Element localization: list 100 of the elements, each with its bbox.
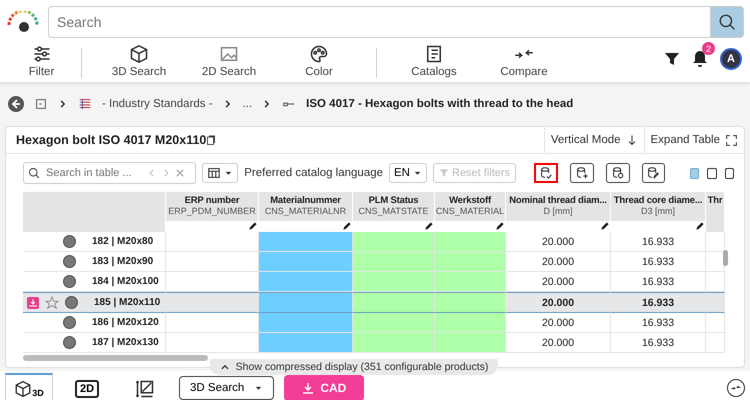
book-icon — [424, 44, 444, 64]
table-cell: 16.933 — [611, 313, 706, 333]
column-header[interactable]: PLM Status CNS_MATSTATE — [353, 192, 435, 232]
table-cell: 20.000 — [506, 292, 611, 313]
database-check-icon — [539, 166, 554, 180]
table-row[interactable]: 186 | M20x120 20.000 16.933 — [23, 313, 725, 333]
table-cell: 20.000 — [506, 252, 611, 272]
status-dot — [63, 316, 76, 329]
cad-download-button[interactable]: CAD — [284, 375, 364, 400]
sliders-icon — [32, 44, 52, 64]
column-header[interactable]: Thr — [706, 192, 725, 232]
search-icon — [28, 167, 40, 179]
table-cell: 16.933 — [611, 333, 706, 353]
toolbar-button[interactable]: 2D Search — [184, 44, 274, 78]
table-grid-icon — [78, 97, 92, 111]
table-row[interactable]: 182 | M20x80 20.000 16.933 — [23, 232, 725, 252]
down-arrow-icon — [626, 134, 638, 146]
cube-icon — [14, 380, 32, 398]
close-icon — [175, 167, 185, 179]
toolbar-button[interactable]: Color — [274, 44, 364, 78]
gauge-logo-icon[interactable] — [6, 11, 40, 33]
table-row[interactable]: 183 | M20x90 20.000 16.933 — [23, 252, 725, 272]
view-mode-button[interactable] — [724, 168, 734, 178]
download-icon — [302, 382, 314, 394]
view-mode-button[interactable] — [707, 168, 717, 178]
funnel-icon — [439, 168, 449, 178]
chevron-icon — [222, 98, 233, 110]
table-cell: 183 | M20x90 — [92, 256, 154, 267]
bell-icon[interactable] — [692, 50, 708, 68]
columns-dropdown[interactable] — [202, 163, 238, 183]
compare-button[interactable] — [727, 379, 745, 397]
table-cell: 16.933 — [611, 252, 706, 272]
table-row[interactable]: 185 | M20x110 20.000 16.933 — [23, 292, 725, 313]
column-header[interactable]: ERP number ERP_PDM_NUMBER — [166, 192, 259, 232]
filter-icon[interactable] — [664, 51, 680, 67]
search-mode-dropdown[interactable]: 3D Search — [179, 376, 274, 400]
search-icon — [718, 13, 736, 31]
database-button[interactable] — [570, 163, 594, 183]
database-button[interactable] — [642, 163, 666, 183]
table-cell: 20.000 — [506, 313, 611, 333]
expand-icon — [725, 134, 738, 146]
breadcrumb-link[interactable]: ... — [242, 98, 252, 110]
database-add-icon — [574, 166, 589, 180]
back-icon[interactable] — [8, 96, 24, 112]
toolbar-button[interactable]: Compare — [479, 44, 569, 78]
search-field[interactable]: Search — [48, 6, 710, 38]
database-button[interactable] — [534, 163, 558, 183]
pencil-icon — [248, 221, 258, 231]
search-button[interactable] — [710, 6, 744, 38]
pencil-icon — [600, 221, 610, 231]
column-header[interactable]: Nominal thread diam... D [mm] — [506, 192, 611, 232]
cube-3d-icon: 3D — [14, 380, 44, 398]
chevron-icon — [58, 98, 68, 110]
table-cell: 182 | M20x80 — [92, 236, 154, 247]
table-cell: 186 | M20x120 — [92, 317, 159, 328]
table-cell: 16.933 — [611, 232, 706, 252]
table-cell: 16.933 — [611, 292, 706, 313]
table-cell: 20.000 — [506, 333, 611, 353]
status-dot — [63, 336, 76, 349]
table-cell: 184 | M20x100 — [92, 276, 159, 287]
palette-icon — [309, 44, 329, 64]
status-dot — [63, 255, 76, 268]
table-row[interactable]: 187 | M20x130 20.000 16.933 — [23, 333, 725, 353]
star-icon — [45, 296, 59, 310]
column-header[interactable]: Werkstoff CNS_MATERIAL — [435, 192, 506, 232]
toolbar-button[interactable]: Catalogs — [389, 44, 479, 78]
download-icon[interactable] — [27, 296, 39, 308]
database-button[interactable] — [606, 163, 630, 183]
breadcrumb-link[interactable]: ISO 4017 - Hexagon bolts with thread to the head — [306, 98, 574, 110]
column-header[interactable]: Thread core diame... D3 [mm] — [611, 192, 706, 232]
view-tab[interactable]: 3D — [5, 373, 53, 400]
pencil-icon — [695, 221, 705, 231]
scrollbar-thumb[interactable] — [723, 250, 728, 266]
toolbar-button[interactable]: 3D Search — [94, 44, 184, 78]
columns-icon — [207, 166, 222, 180]
toolbar-button[interactable]: Filter — [14, 44, 69, 78]
column-header[interactable]: Materialnummer CNS_MATERIALNR — [259, 192, 353, 232]
language-label: Preferred catalog language — [244, 167, 384, 179]
empty-cell — [706, 292, 725, 313]
compressed-display-button[interactable]: Show compressed display (351 configurable products) — [210, 359, 498, 375]
scrollbar-thumb[interactable] — [23, 355, 208, 361]
language-dropdown[interactable]: EN — [389, 163, 427, 183]
cube-icon — [129, 44, 149, 64]
empty-cell — [706, 333, 725, 353]
resize-icon — [135, 379, 155, 399]
table-cell: 20.000 — [506, 232, 611, 252]
expand-table-button[interactable]: Expand Table — [644, 127, 744, 153]
vertical-mode-button[interactable]: Vertical Mode — [544, 127, 644, 153]
chevron-up-icon — [220, 362, 230, 372]
database-copy-icon — [610, 166, 625, 180]
panel-title: Hexagon bolt ISO 4017 M20x110 — [16, 133, 206, 147]
status-dot — [63, 275, 76, 288]
table-search-bar[interactable]: Search in table ... — [23, 162, 196, 184]
database-edit-icon — [646, 166, 660, 180]
breadcrumb-link[interactable]: - Industry Standards - — [102, 98, 213, 110]
user-avatar[interactable]: A — [720, 48, 742, 70]
notification-badge: 2 — [702, 42, 715, 55]
table-cell: 185 | M20x110 — [94, 297, 160, 308]
table-cell: 187 | M20x130 — [92, 337, 159, 348]
table-row[interactable]: 184 | M20x100 20.000 16.933 — [23, 272, 725, 292]
